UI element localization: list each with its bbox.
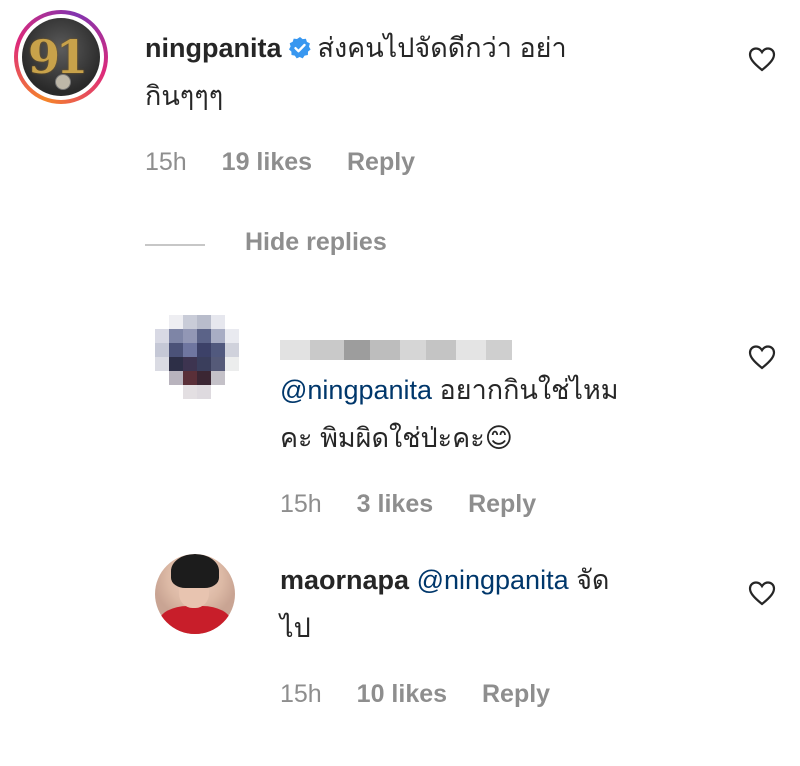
reply-button[interactable]: Reply	[468, 490, 536, 518]
comment-text-line1: ส่งคนไปจัดดีกว่า อย่า	[317, 33, 567, 63]
comment-text-line2: ไป	[280, 613, 311, 643]
comment-text-line2: คะ พิมผิดใช่ป่ะคะ😊	[280, 423, 513, 453]
timestamp: 15h	[280, 680, 322, 708]
verified-badge-icon	[288, 37, 311, 59]
comment-body: maornapa @ningpanita จัด ไป	[280, 556, 740, 652]
mention-link[interactable]: @ningpanita	[280, 375, 432, 405]
heart-icon[interactable]	[748, 46, 776, 72]
likes-count[interactable]: 3 likes	[357, 490, 433, 518]
username[interactable]: ningpanita	[145, 33, 282, 63]
reply-blurred-user: @ningpanita อยากกินใช่ไหม คะ พิมผิดใช่ป่…	[0, 300, 800, 530]
comment-text-line1: จัด	[568, 565, 610, 595]
comment-meta: 15h 19 likes Reply	[145, 148, 443, 177]
hide-replies-label[interactable]: Hide replies	[245, 228, 387, 257]
comment-meta: 15h 3 likes Reply	[280, 490, 564, 519]
story-ring-avatar[interactable]: 91	[14, 10, 108, 104]
comment-meta: 15h 10 likes Reply	[280, 680, 578, 709]
avatar: 91	[22, 18, 100, 96]
blurred-username[interactable]	[280, 340, 512, 360]
mention-link[interactable]: @ningpanita	[417, 565, 569, 595]
likes-count[interactable]: 19 likes	[222, 148, 312, 176]
reply-button[interactable]: Reply	[347, 148, 415, 176]
heart-icon[interactable]	[748, 580, 776, 606]
pixelated-avatar[interactable]	[155, 315, 239, 411]
likes-count[interactable]: 10 likes	[357, 680, 447, 708]
timestamp: 15h	[280, 490, 322, 518]
comment-ningpanita: 91 ningpanita ส่งคนไปจัดดีกว่า อย่า กินๆ…	[0, 0, 800, 200]
timestamp: 15h	[145, 148, 187, 176]
comment-text-line2: กินๆๆๆ	[145, 81, 224, 111]
divider-line	[145, 244, 205, 246]
reply-button[interactable]: Reply	[482, 680, 550, 708]
username[interactable]: maornapa	[280, 565, 409, 595]
comment-body: @ningpanita อยากกินใช่ไหม คะ พิมผิดใช่ป่…	[280, 366, 740, 462]
heart-icon[interactable]	[748, 344, 776, 370]
comment-text-line1: อยากกินใช่ไหม	[432, 375, 619, 405]
avatar[interactable]	[155, 554, 235, 634]
comment-body: ningpanita ส่งคนไปจัดดีกว่า อย่า กินๆๆๆ	[145, 24, 705, 120]
